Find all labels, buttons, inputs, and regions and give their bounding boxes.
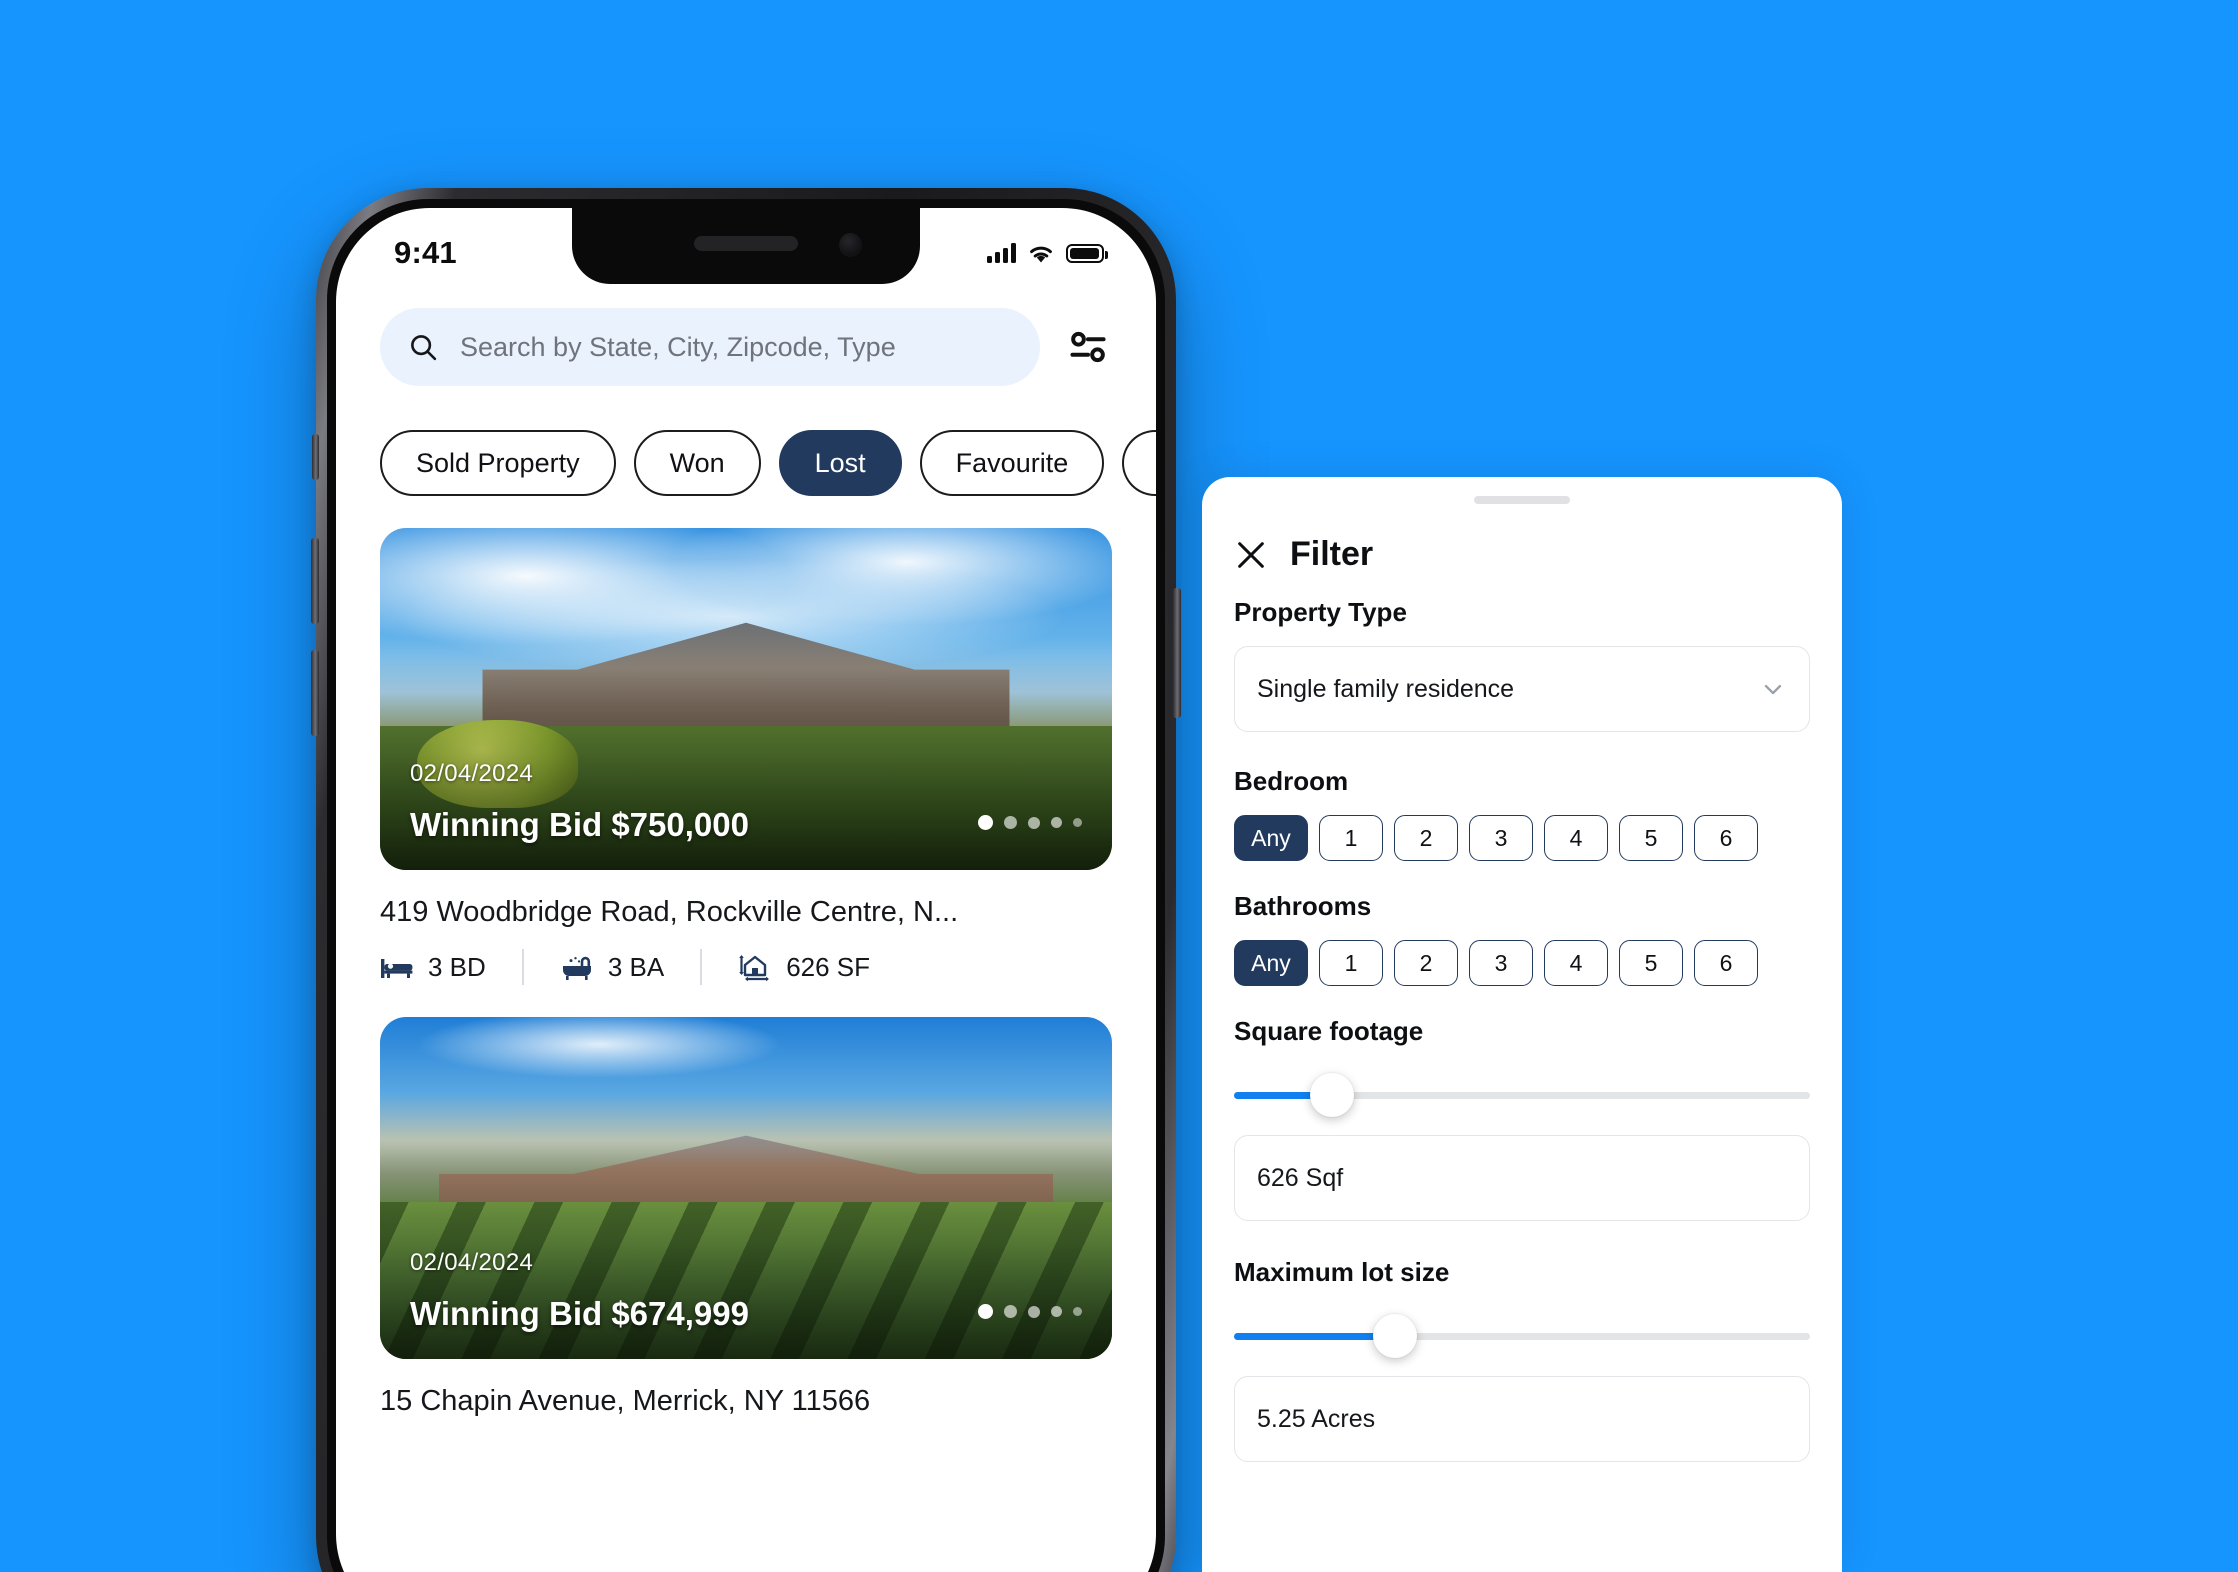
- power-button[interactable]: [1173, 588, 1181, 718]
- property-beds: 3 BD: [380, 952, 486, 983]
- chip-overflow-partial[interactable]: [1122, 430, 1156, 496]
- property-type-label: Property Type: [1234, 597, 1407, 627]
- bathrooms-label: Bathrooms: [1234, 891, 1372, 921]
- volume-down-button[interactable]: [311, 650, 319, 736]
- bedroom-option-any[interactable]: Any: [1234, 815, 1308, 861]
- earpiece-speaker: [694, 236, 798, 251]
- status-time: 9:41: [394, 235, 457, 270]
- battery-icon: [1066, 243, 1108, 263]
- property-image-carousel[interactable]: 02/04/2024 Winning Bid $674,999: [380, 1017, 1112, 1359]
- bathrooms-option-1[interactable]: 1: [1319, 940, 1383, 986]
- signal-bars-icon: [987, 243, 1016, 263]
- chip-favourite[interactable]: Favourite: [919, 430, 1105, 496]
- bathrooms-option-5[interactable]: 5: [1619, 940, 1683, 986]
- property-date: 02/04/2024: [410, 760, 534, 787]
- baths-value: 3 BA: [607, 951, 665, 982]
- carousel-dots[interactable]: [978, 1304, 1082, 1319]
- property-winning-bid: Winning Bid $750,000: [410, 806, 749, 843]
- silent-switch[interactable]: [312, 434, 319, 480]
- phone-mockup: 9:41 Search by State, City, Zipcode, Typ…: [311, 188, 1181, 1572]
- chip-won[interactable]: Won: [633, 430, 761, 496]
- status-indicators: [987, 243, 1108, 264]
- bedroom-option-3[interactable]: 3: [1469, 815, 1533, 861]
- close-icon[interactable]: [1234, 538, 1268, 572]
- property-type-value: Single family residence: [1257, 674, 1515, 703]
- bed-icon: [381, 959, 413, 978]
- filter-header: Filter: [1234, 535, 1373, 574]
- bathrooms-option-3[interactable]: 3: [1469, 940, 1533, 986]
- property-image-carousel[interactable]: 02/04/2024 Winning Bid $750,000: [380, 528, 1112, 870]
- property-date: 02/04/2024: [410, 1249, 534, 1276]
- property-meta: 3 BD 3 BA 626 SF: [380, 949, 1112, 985]
- filter-body: Property Type Single family residence Be…: [1234, 597, 1810, 1498]
- bathrooms-option-any[interactable]: Any: [1234, 940, 1308, 986]
- bathrooms-options[interactable]: Any 1 2 3 4 5 6: [1234, 940, 1810, 986]
- slider-knob[interactable]: [1373, 1314, 1418, 1358]
- house-area-icon: [739, 955, 770, 982]
- bathrooms-option-6[interactable]: 6: [1694, 940, 1758, 986]
- carousel-dots[interactable]: [978, 815, 1082, 830]
- property-list: 02/04/2024 Winning Bid $750,000 419 Wood…: [380, 528, 1112, 1450]
- filter-title: Filter: [1290, 535, 1374, 573]
- property-address: 15 Chapin Avenue, Merrick, NY 11566: [380, 1385, 871, 1417]
- bedroom-option-4[interactable]: 4: [1544, 815, 1608, 861]
- chip-lost[interactable]: Lost: [778, 430, 902, 496]
- bathrooms-option-2[interactable]: 2: [1394, 940, 1458, 986]
- search-placeholder: Search by State, City, Zipcode, Type: [460, 331, 896, 362]
- property-address: 419 Woodbridge Road, Rockville Centre, N…: [380, 896, 959, 928]
- filter-chip-row[interactable]: Sold Property Won Lost Favourite: [380, 430, 1156, 496]
- bedroom-option-5[interactable]: 5: [1619, 815, 1683, 861]
- property-baths: 3 BA: [560, 952, 664, 983]
- slider-fill: [1234, 1333, 1396, 1340]
- bedroom-option-2[interactable]: 2: [1394, 815, 1458, 861]
- search-row: Search by State, City, Zipcode, Type: [380, 308, 1116, 386]
- property-type-select[interactable]: Single family residence: [1234, 646, 1810, 732]
- slider-knob[interactable]: [1309, 1073, 1354, 1117]
- bedroom-option-6[interactable]: 6: [1694, 815, 1758, 861]
- property-winning-bid: Winning Bid $674,999: [410, 1295, 749, 1332]
- search-icon: [411, 335, 437, 361]
- search-input[interactable]: Search by State, City, Zipcode, Type: [380, 308, 1040, 386]
- sqft-value: 626 SF: [786, 951, 871, 982]
- bedroom-option-1[interactable]: 1: [1319, 815, 1383, 861]
- maximum-lot-size-label: Maximum lot size: [1234, 1257, 1450, 1287]
- drag-handle[interactable]: [1474, 496, 1570, 504]
- filter-sheet: Filter Property Type Single family resid…: [1202, 477, 1842, 1572]
- volume-up-button[interactable]: [311, 538, 319, 624]
- filter-sliders-icon[interactable]: [1060, 319, 1116, 375]
- bathtub-icon: [562, 956, 591, 980]
- bedroom-label: Bedroom: [1234, 766, 1349, 796]
- property-card[interactable]: 02/04/2024 Winning Bid $674,999 15 Chapi…: [380, 1017, 1112, 1418]
- square-footage-slider[interactable]: [1234, 1073, 1810, 1117]
- square-footage-input[interactable]: 626 Sqf: [1234, 1135, 1810, 1221]
- square-footage-label: Square footage: [1234, 1016, 1424, 1046]
- bathrooms-option-4[interactable]: 4: [1544, 940, 1608, 986]
- meta-divider: [700, 949, 703, 985]
- phone-screen: 9:41 Search by State, City, Zipcode, Typ…: [336, 208, 1156, 1572]
- wifi-icon: [1030, 246, 1052, 262]
- property-sqft: 626 SF: [738, 952, 870, 983]
- chip-sold-property[interactable]: Sold Property: [380, 430, 616, 496]
- property-card[interactable]: 02/04/2024 Winning Bid $750,000 419 Wood…: [380, 528, 1112, 985]
- meta-divider: [521, 949, 524, 985]
- front-camera-icon: [839, 233, 862, 257]
- bedroom-options[interactable]: Any 1 2 3 4 5 6: [1234, 815, 1810, 861]
- phone-notch: [572, 208, 920, 284]
- maximum-lot-size-input[interactable]: 5.25 Acres: [1234, 1376, 1810, 1462]
- beds-value: 3 BD: [428, 951, 486, 982]
- chevron-down-icon: [1764, 684, 1782, 695]
- maximum-lot-size-slider[interactable]: [1234, 1314, 1810, 1358]
